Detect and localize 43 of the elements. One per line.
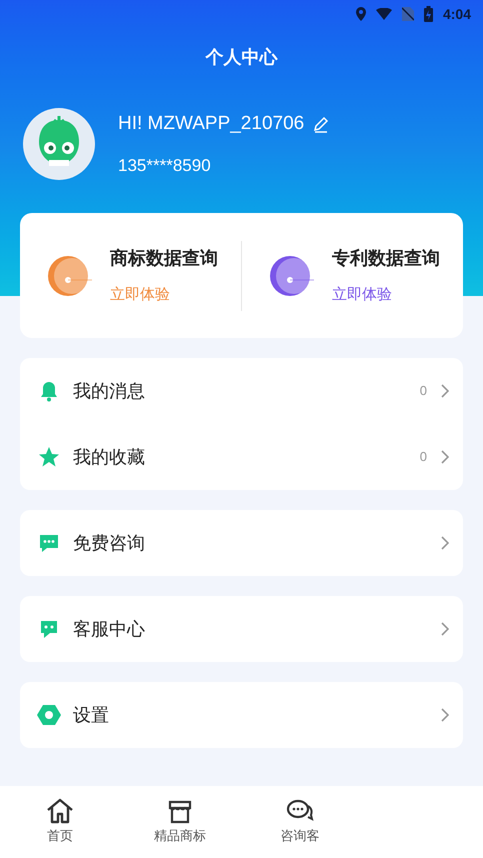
nav-label: 首页 bbox=[47, 827, 73, 845]
menu-label: 我的收藏 bbox=[73, 446, 146, 468]
query-title: 商标数据查询 bbox=[110, 246, 218, 270]
settings-icon bbox=[37, 704, 61, 726]
user-name: HI! MZWAPP_210706 bbox=[118, 112, 304, 136]
menu-label: 客服中心 bbox=[73, 618, 146, 640]
menu-item[interactable]: 我的收藏 0 bbox=[20, 424, 463, 490]
nav-label: 精品商标 bbox=[154, 827, 206, 845]
service-icon bbox=[38, 618, 60, 640]
nav-tab[interactable]: 首页 bbox=[0, 798, 120, 846]
shop-icon bbox=[167, 798, 193, 824]
menu-label: 我的消息 bbox=[73, 380, 146, 402]
chevron-right-icon bbox=[441, 622, 449, 636]
chat-icon bbox=[38, 532, 60, 554]
nav-tab[interactable]: 咨询客 bbox=[240, 798, 360, 846]
avatar bbox=[23, 108, 95, 180]
chevron-right-icon bbox=[441, 536, 449, 550]
chevron-right-icon bbox=[441, 384, 449, 398]
bell-icon bbox=[38, 380, 60, 402]
menu-item[interactable]: 我的消息 0 bbox=[20, 358, 463, 424]
wifi-icon bbox=[376, 8, 392, 20]
star-icon bbox=[38, 446, 60, 468]
query-entry[interactable]: 商标数据查询 立即体验 bbox=[20, 244, 241, 306]
menu-label: 免费咨询 bbox=[73, 532, 146, 554]
nav-label: 咨询客 bbox=[280, 827, 320, 845]
chevron-right-icon bbox=[441, 708, 449, 722]
clock: 4:04 bbox=[442, 4, 471, 24]
query-entry[interactable]: 专利数据查询 立即体验 bbox=[242, 244, 463, 306]
query-title: 专利数据查询 bbox=[332, 246, 440, 270]
menu-item[interactable]: 客服中心 bbox=[20, 596, 463, 662]
location-icon bbox=[356, 7, 366, 21]
menu-item[interactable]: 设置 bbox=[20, 682, 463, 748]
try-now-link[interactable]: 立即体验 bbox=[332, 284, 440, 306]
edit-icon[interactable] bbox=[312, 115, 330, 134]
menu-label: 设置 bbox=[73, 704, 110, 726]
count: 0 bbox=[420, 448, 427, 466]
nav-tab[interactable]: 精品商标 bbox=[120, 798, 240, 846]
home-icon bbox=[46, 798, 74, 824]
phone-number: 135****8590 bbox=[118, 154, 212, 176]
page-title: 个人中心 bbox=[206, 46, 278, 68]
chevron-right-icon bbox=[441, 450, 449, 464]
menu-item[interactable]: 免费咨询 bbox=[20, 510, 463, 576]
count: 0 bbox=[420, 382, 427, 400]
